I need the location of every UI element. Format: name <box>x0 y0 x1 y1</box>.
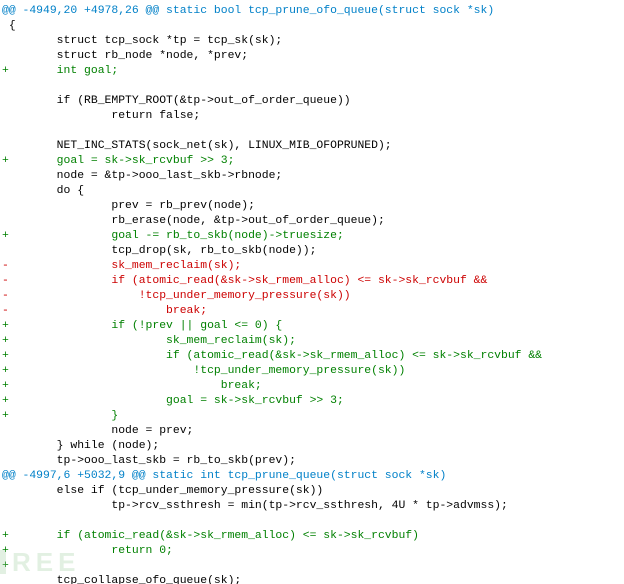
diff-line-ctx: node = &tp->ooo_last_skb->rbnode; <box>2 170 282 182</box>
diff-line-add: + if (atomic_read(&sk->sk_rmem_alloc) <=… <box>2 530 419 542</box>
diff-line-add: + if (atomic_read(&sk->sk_rmem_alloc) <=… <box>2 350 542 362</box>
diff-line-add: + <box>2 560 9 572</box>
diff-line-ctx: { <box>2 20 16 32</box>
diff-line-del: - break; <box>2 305 207 317</box>
diff-line-ctx: tp->ooo_last_skb = rb_to_skb(prev); <box>2 455 296 467</box>
diff-line-ctx <box>2 125 9 137</box>
diff-line-ctx: tp->rcv_ssthresh = min(tp->rcv_ssthresh,… <box>2 500 508 512</box>
diff-line-ctx: else if (tcp_under_memory_pressure(sk)) <box>2 485 323 497</box>
diff-line-ctx: struct tcp_sock *tp = tcp_sk(sk); <box>2 35 282 47</box>
diff-line-ctx <box>2 515 9 527</box>
diff-line-add: + goal = sk->sk_rcvbuf >> 3; <box>2 395 344 407</box>
diff-line-add: + sk_mem_reclaim(sk); <box>2 335 296 347</box>
diff-line-add: + break; <box>2 380 262 392</box>
diff-line-ctx: return false; <box>2 110 200 122</box>
diff-line-add: + !tcp_under_memory_pressure(sk)) <box>2 365 405 377</box>
diff-line-ctx <box>2 80 9 92</box>
diff-line-ctx: node = prev; <box>2 425 193 437</box>
diff-line-ctx: } while (node); <box>2 440 159 452</box>
diff-line-del: - !tcp_under_memory_pressure(sk)) <box>2 290 351 302</box>
diff-line-hunk: @@ -4949,20 +4978,26 @@ static bool tcp_… <box>2 5 494 17</box>
diff-line-ctx: rb_erase(node, &tp->out_of_order_queue); <box>2 215 385 227</box>
diff-line-add: + if (!prev || goal <= 0) { <box>2 320 282 332</box>
diff-line-ctx: if (RB_EMPTY_ROOT(&tp->out_of_order_queu… <box>2 95 351 107</box>
diff-line-hunk: @@ -4997,6 +5032,9 @@ static int tcp_pru… <box>2 470 446 482</box>
diff-line-ctx: tcp_collapse_ofo_queue(sk); <box>2 575 241 584</box>
diff-line-add: + goal -= rb_to_skb(node)->truesize; <box>2 230 344 242</box>
diff-line-ctx: do { <box>2 185 84 197</box>
diff-line-ctx: prev = rb_prev(node); <box>2 200 255 212</box>
diff-line-ctx: NET_INC_STATS(sock_net(sk), LINUX_MIB_OF… <box>2 140 392 152</box>
diff-line-add: + } <box>2 410 118 422</box>
diff-line-add: + goal = sk->sk_rcvbuf >> 3; <box>2 155 234 167</box>
diff-line-ctx: tcp_drop(sk, rb_to_skb(node)); <box>2 245 316 257</box>
diff-line-add: + return 0; <box>2 545 173 557</box>
diff-line-del: - if (atomic_read(&sk->sk_rmem_alloc) <=… <box>2 275 487 287</box>
diff-line-add: + int goal; <box>2 65 118 77</box>
diff-line-ctx: struct rb_node *node, *prev; <box>2 50 248 62</box>
diff-code-block: @@ -4949,20 +4978,26 @@ static bool tcp_… <box>0 0 624 584</box>
diff-line-del: - sk_mem_reclaim(sk); <box>2 260 241 272</box>
